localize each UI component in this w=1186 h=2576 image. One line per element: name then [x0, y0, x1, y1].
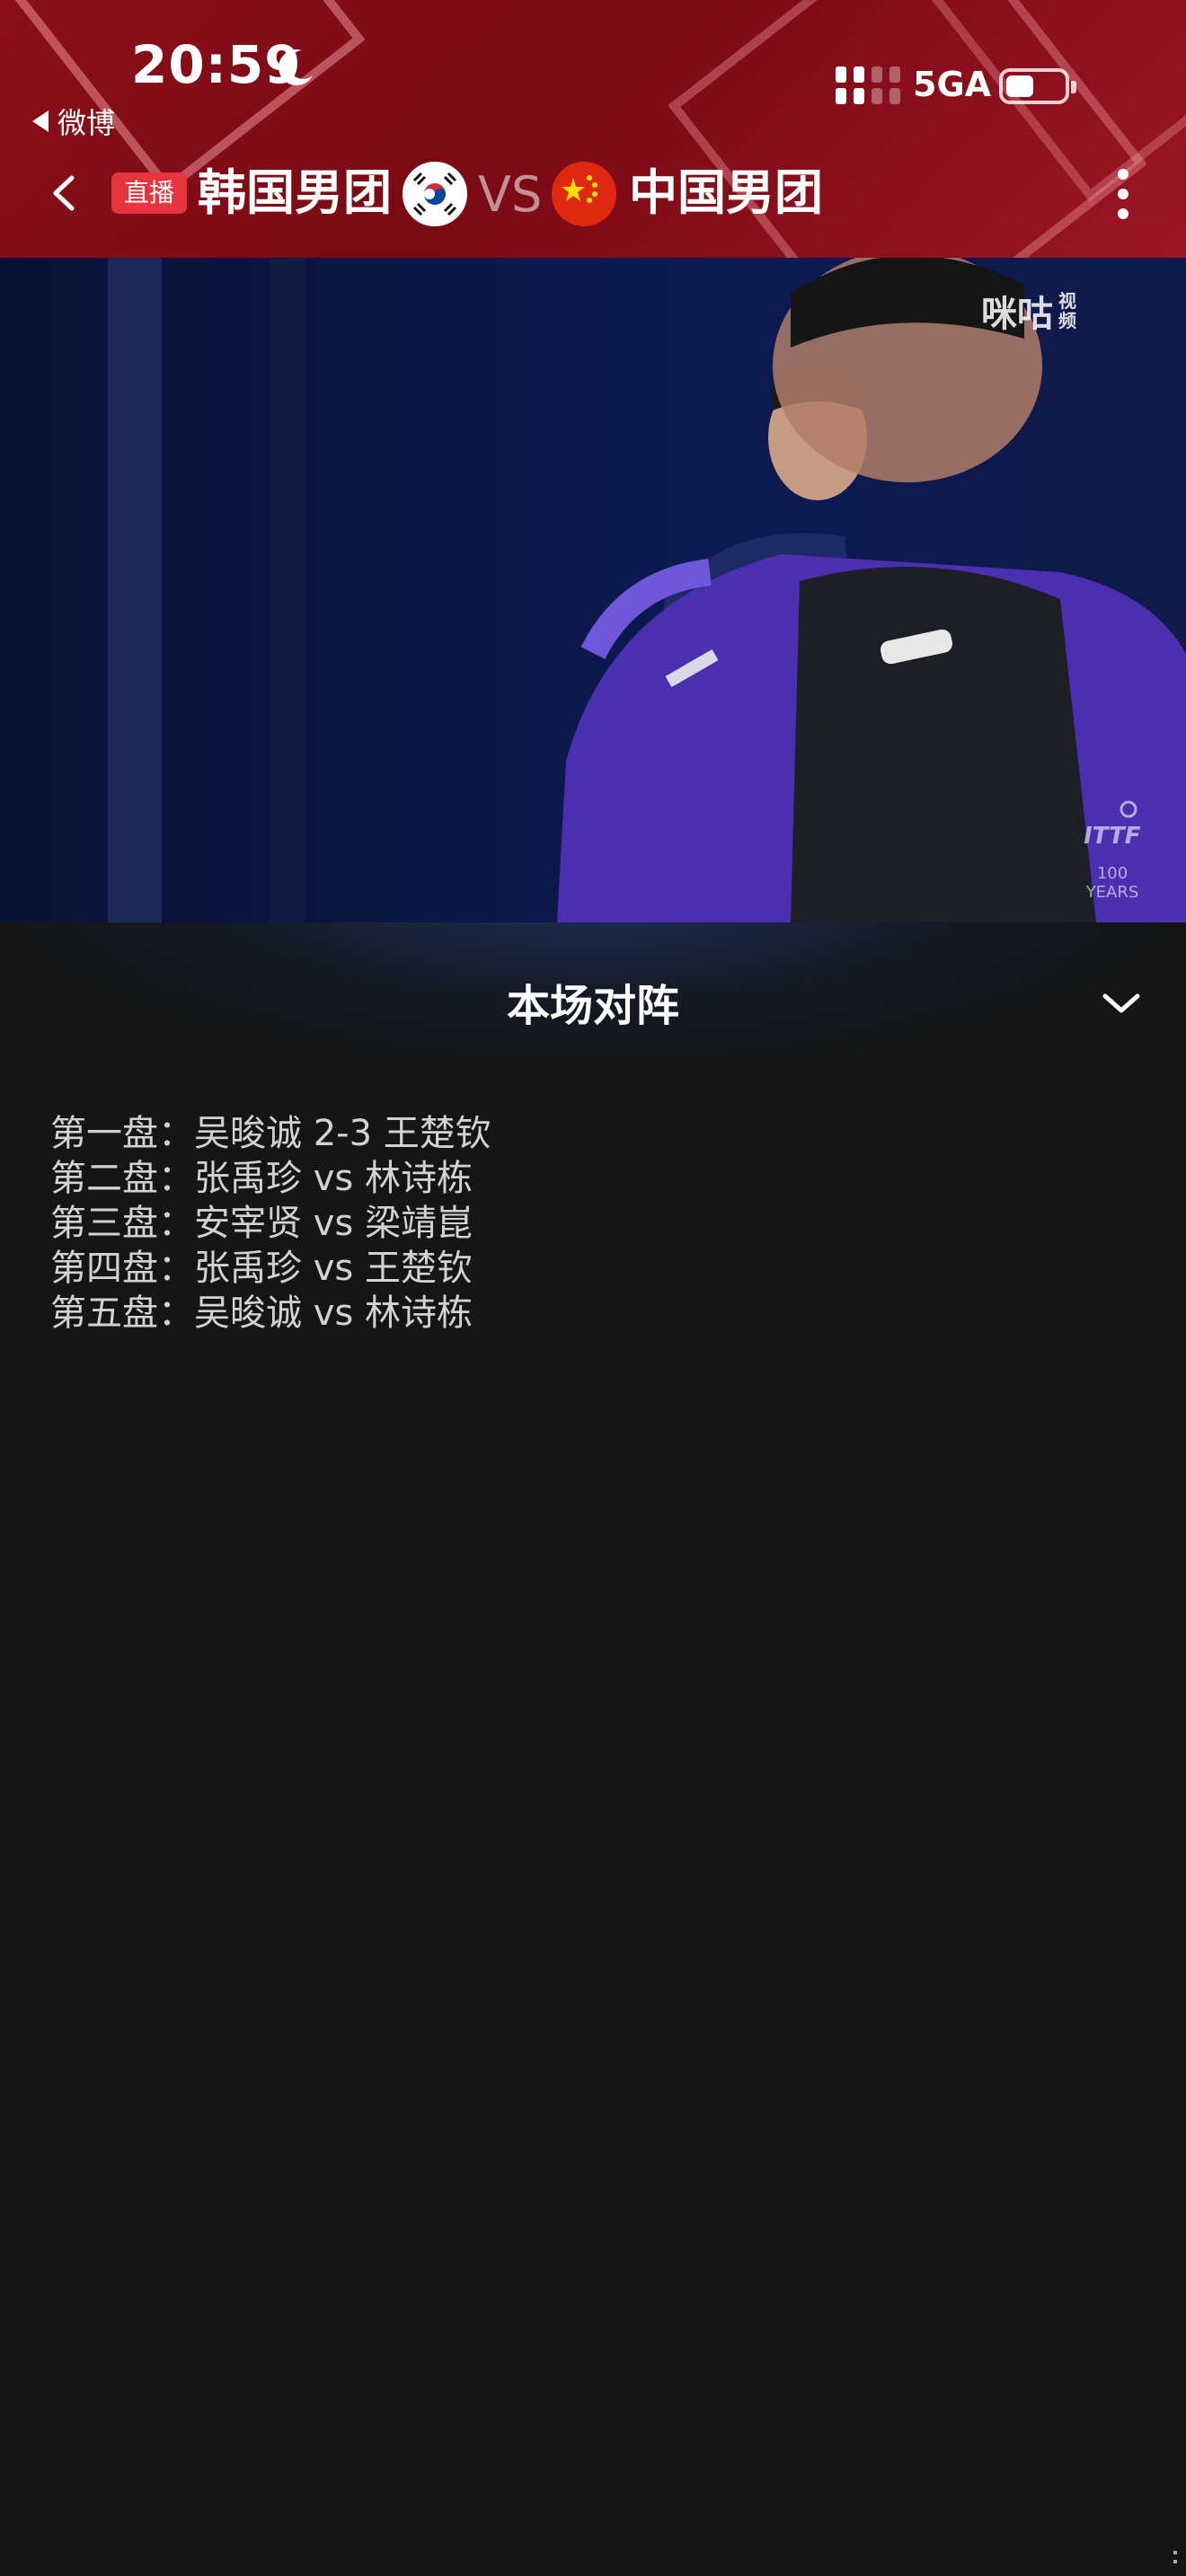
- battery-icon: [999, 68, 1076, 104]
- match-item: 第五盘：吴晙诚 vs 林诗栋: [50, 1292, 473, 1334]
- watermark-sub: 视频: [1058, 290, 1076, 331]
- match-item: 第二盘：张禹珍 vs 林诗栋: [50, 1158, 473, 1199]
- chevron-down-icon[interactable]: [1098, 985, 1145, 1021]
- back-to-app-link[interactable]: 微博: [32, 101, 115, 142]
- ittf-logo-icon: ITTF: [1084, 800, 1141, 850]
- lineup-panel: 本场对阵 第一盘：吴晙诚 2-3 王楚钦 第二盘：张禹珍 vs 林诗栋 第三盘：…: [0, 922, 1186, 2576]
- video-player[interactable]: 咪咕 视频 ITTF 100 YEARS: [0, 258, 1186, 922]
- migu-watermark: 咪咕 视频: [981, 285, 1080, 337]
- status-bar: 20:59 微博 5GA: [0, 0, 1186, 144]
- back-arrow-icon[interactable]: [43, 171, 88, 216]
- panel-title: 本场对阵: [506, 981, 679, 1031]
- watermark-brand: 咪咕: [981, 294, 1053, 335]
- back-triangle-icon: [32, 110, 49, 132]
- match-list: 第一盘：吴晙诚 2-3 王楚钦 第二盘：张禹珍 vs 林诗栋 第三盘：安宰贤 v…: [50, 1111, 491, 1336]
- match-item: 第一盘：吴晙诚 2-3 王楚钦: [50, 1113, 491, 1154]
- match-item: 第四盘：张禹珍 vs 王楚钦: [50, 1248, 473, 1289]
- team-right-name: 中国男团: [629, 164, 823, 221]
- network-type: 5GA: [913, 65, 992, 104]
- china-flag-icon: [552, 162, 616, 226]
- nav-bar: 直播 韩国男团 VS 中国男团: [0, 153, 1186, 234]
- match-item: 第三盘：安宰贤 vs 梁靖崑: [50, 1203, 473, 1244]
- background-pillar: [270, 258, 305, 922]
- more-options-icon[interactable]: [1114, 169, 1132, 223]
- signal-icon: [836, 66, 900, 104]
- live-badge: 直播: [111, 172, 188, 214]
- corner-dots-icon: [1173, 2551, 1179, 2569]
- back-app-label: 微博: [58, 106, 116, 140]
- vs-label: VS: [478, 166, 543, 223]
- background-pillar: [108, 258, 162, 922]
- moon-icon: [279, 49, 313, 86]
- header: 20:59 微博 5GA 直播 韩国男团 VS 中国男团: [0, 0, 1186, 258]
- korea-flag-icon: [403, 162, 467, 226]
- ittf-logo: ITTF 100 YEARS: [1076, 797, 1148, 902]
- svg-text:ITTF: ITTF: [1084, 823, 1141, 850]
- ittf-years: 100 YEARS: [1085, 864, 1139, 902]
- team-left-name: 韩国男团: [198, 164, 392, 221]
